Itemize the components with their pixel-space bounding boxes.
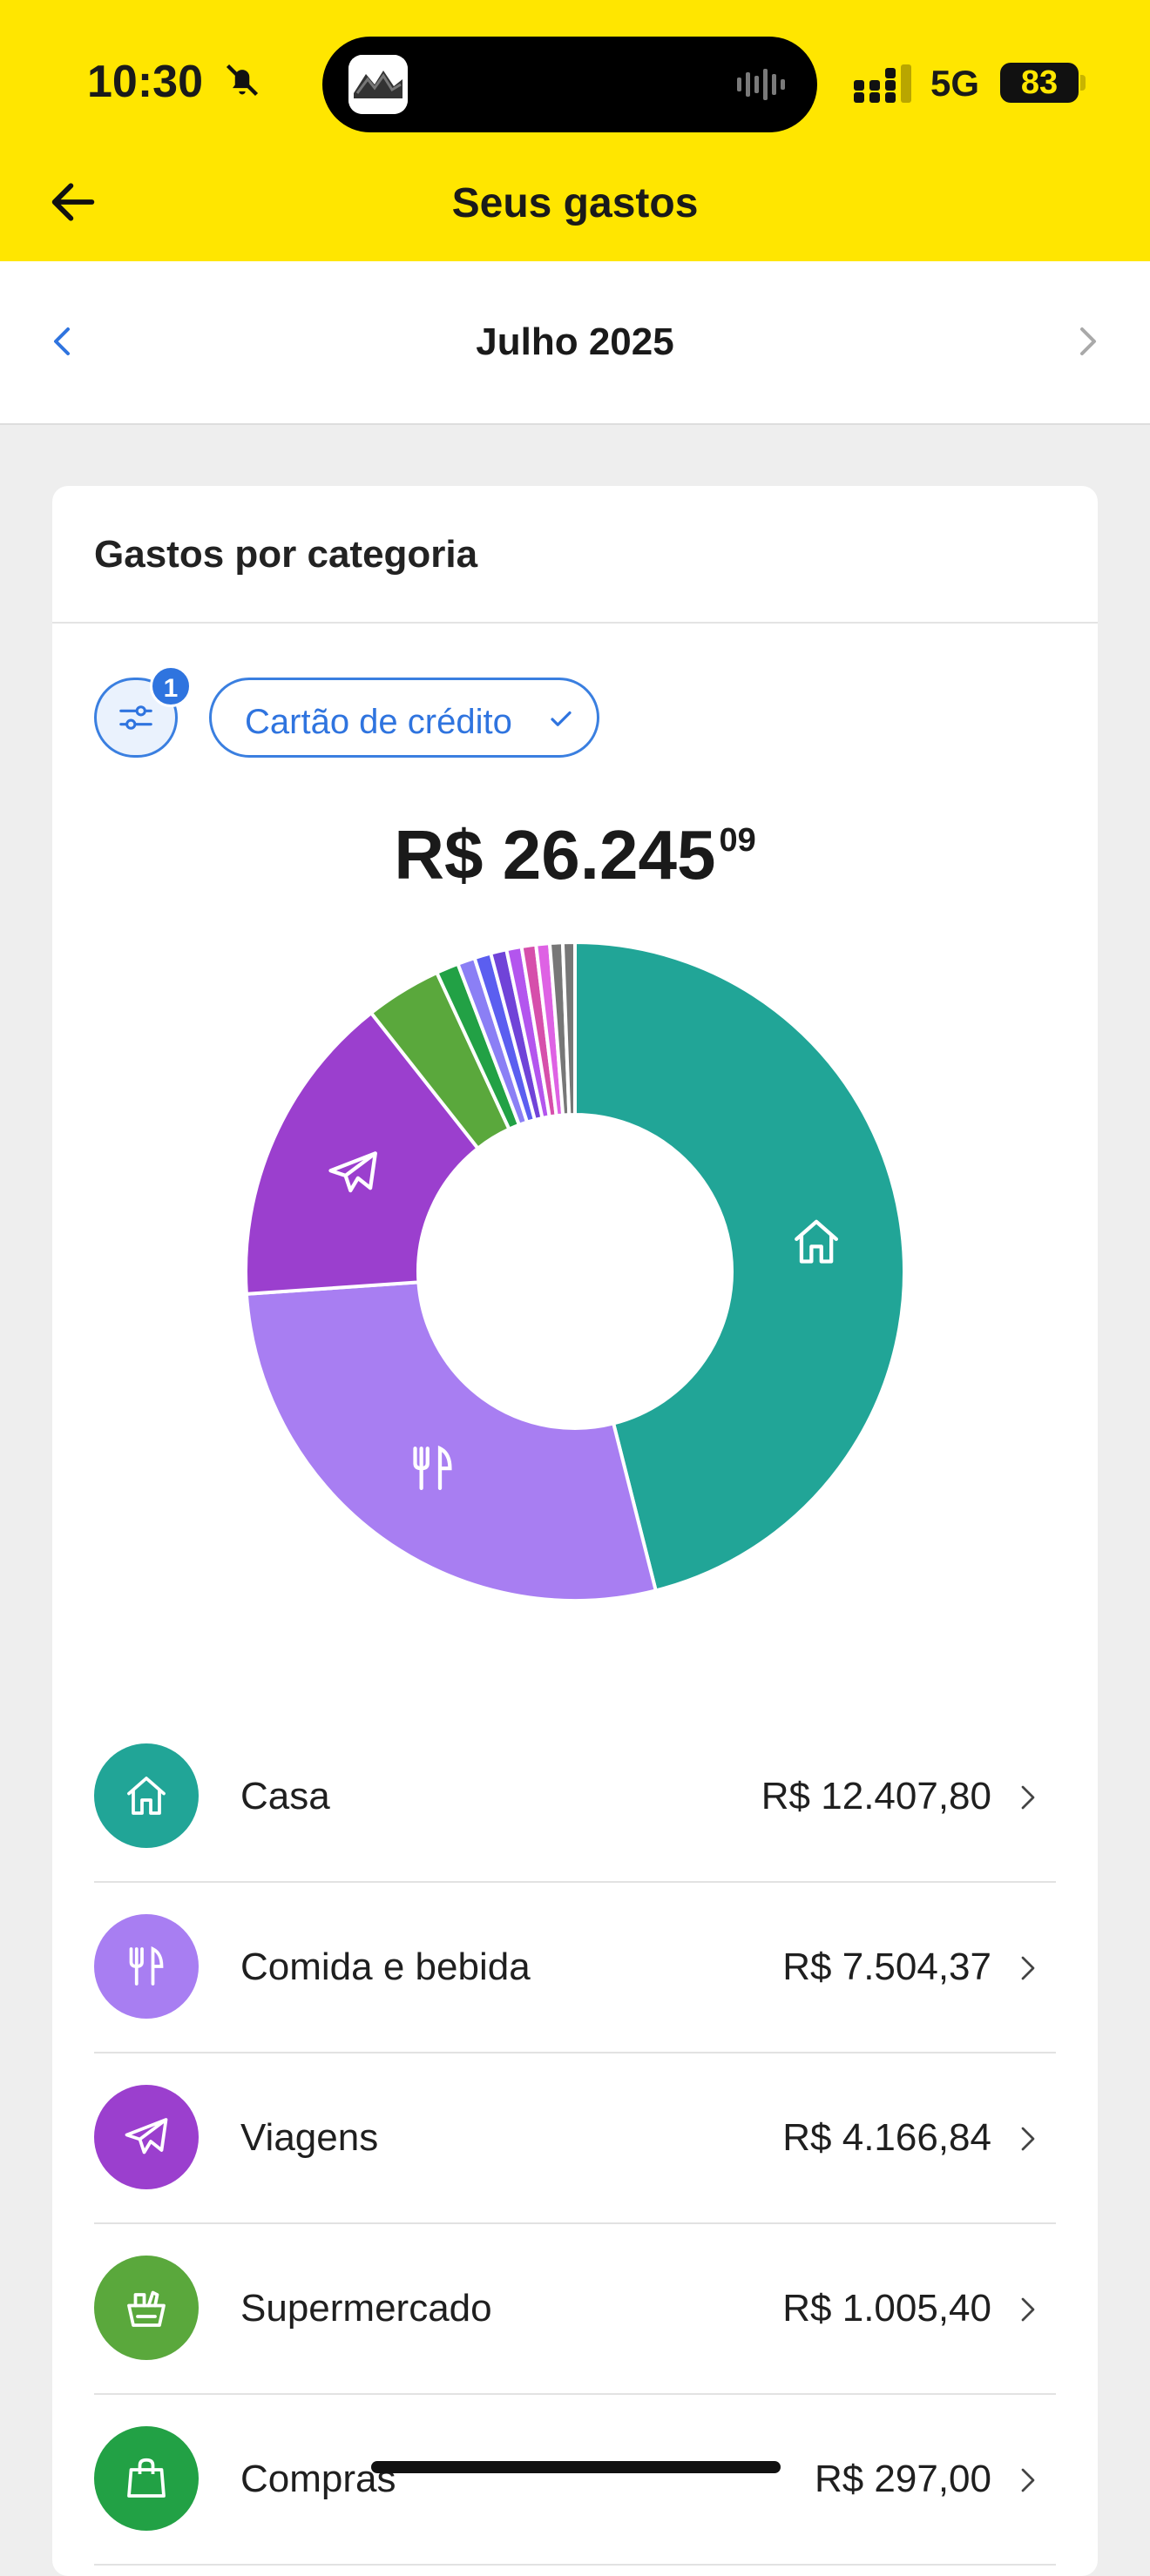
category-row-4[interactable]: Supermercado R$ 1.005,40	[94, 2224, 1056, 2395]
card-title: Gastos por categoria	[94, 533, 478, 576]
utensils-icon	[129, 1945, 164, 1986]
category-icon-circle	[94, 1743, 199, 1848]
app-thumbnail-icon	[348, 55, 408, 114]
category-name: Supermercado	[240, 2287, 492, 2330]
house-icon	[127, 1777, 166, 1815]
category-value: R$ 297,00	[814, 2458, 991, 2500]
dynamic-island	[322, 37, 817, 132]
home-indicator	[371, 2461, 781, 2473]
total-main: R$ 26.245	[394, 816, 716, 894]
category-value: R$ 12.407,80	[761, 1775, 991, 1817]
category-name: Casa	[240, 1775, 330, 1817]
sliders-icon	[119, 705, 152, 730]
category-value: R$ 1.005,40	[782, 2287, 991, 2330]
category-name: Comida e bebida	[240, 1945, 531, 1988]
bell-muted-icon	[226, 64, 259, 97]
credit-card-filter-chip[interactable]: Cartão de crédito	[209, 678, 599, 758]
check-icon	[551, 711, 572, 726]
category-row-1[interactable]: Casa R$ 12.407,80	[94, 1712, 1056, 1883]
spending-card: Gastos por categoria 1 Cartão de crédito…	[52, 486, 1098, 2576]
chevron-right-icon	[1021, 2297, 1035, 2322]
page-title: Seus gastos	[451, 180, 699, 226]
network-type: 5G	[930, 63, 980, 104]
category-icon-circle	[94, 2256, 199, 2360]
category-row-2[interactable]: Comida e bebida R$ 7.504,37	[94, 1883, 1056, 2053]
chevron-right-icon[interactable]	[1066, 320, 1108, 362]
airplane-icon	[125, 2118, 168, 2155]
category-list: Casa R$ 12.407,80 Comida e bebida R$ 7.5…	[94, 1712, 1056, 2566]
grocery-basket-icon	[127, 2290, 166, 2327]
battery-nub	[1080, 75, 1086, 91]
app-header: 10:30 5G 83 Seus gastos	[0, 0, 1150, 261]
category-value: R$ 7.504,37	[782, 1945, 991, 1988]
total-cents: 09	[719, 822, 756, 859]
battery-indicator: 83	[1000, 63, 1079, 103]
category-name: Viagens	[240, 2116, 379, 2159]
category-icon-circle	[94, 1914, 199, 2019]
category-icon-circle	[94, 2085, 199, 2189]
category-row-5[interactable]: Compras R$ 297,00	[94, 2395, 1056, 2566]
donut-slice-2[interactable]	[244, 1280, 659, 1602]
category-icon-circle	[94, 2426, 199, 2531]
filter-count-badge: 1	[150, 665, 192, 707]
month-label: Julho 2025	[476, 320, 674, 363]
category-donut-chart	[244, 940, 906, 1602]
month-navigator: Julho 2025	[0, 261, 1150, 425]
category-row-3[interactable]: Viagens R$ 4.166,84	[94, 2053, 1056, 2224]
chevron-right-icon	[1021, 1785, 1035, 1810]
signal-icon	[854, 64, 911, 103]
status-time: 10:30	[87, 57, 203, 107]
chevron-right-icon	[1021, 2468, 1035, 2492]
chip-label: Cartão de crédito	[245, 703, 512, 741]
chevron-right-icon	[1021, 2127, 1035, 2151]
card-header: Gastos por categoria	[52, 486, 1098, 624]
audio-wave-icon	[737, 69, 785, 100]
total-amount: R$ 26.245 09	[52, 815, 1098, 895]
category-value: R$ 4.166,84	[782, 2116, 991, 2159]
chevron-right-icon	[1021, 1956, 1035, 1980]
shopping-bag-icon	[127, 2458, 166, 2498]
